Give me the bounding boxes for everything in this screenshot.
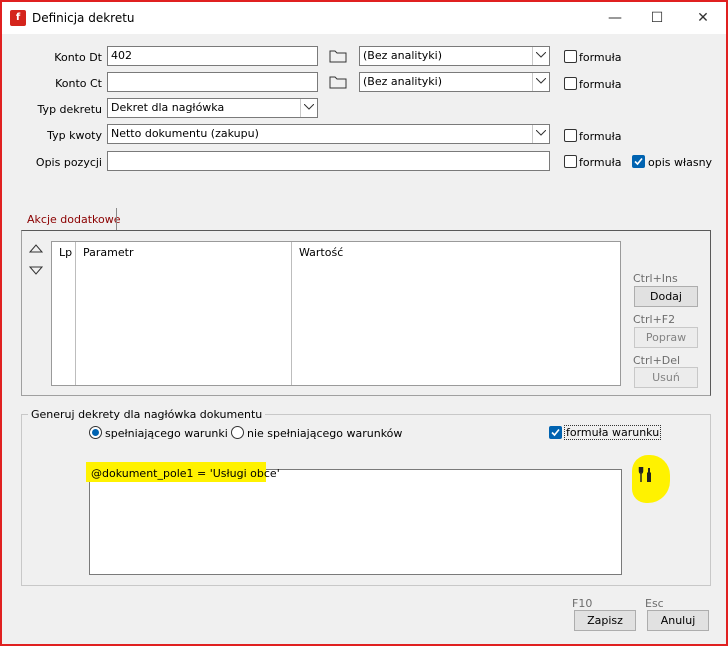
maximize-button[interactable]: ☐	[642, 8, 672, 28]
chevron-down-icon	[536, 52, 546, 58]
cancel-button[interactable]: Anuluj	[647, 610, 709, 631]
parameters-grid[interactable]	[51, 241, 621, 386]
konto-ct-formula-checkbox[interactable]	[564, 77, 577, 90]
folder-icon[interactable]	[329, 75, 347, 89]
condition-text: @dokument_pole1 = 'Usługi obce'	[91, 467, 280, 480]
chevron-down-icon	[536, 130, 546, 136]
popraw-button[interactable]: Popraw	[634, 327, 698, 348]
konto-dt-analytics-value: (Bez analityki)	[363, 49, 442, 62]
radio-meet-condition-label: spełniającego warunki	[105, 427, 228, 440]
move-down-icon[interactable]	[29, 266, 43, 275]
konto-ct-formula-label: formuła	[579, 78, 622, 91]
konto-dt-formula-checkbox[interactable]	[564, 50, 577, 63]
minimize-button[interactable]: —	[600, 8, 630, 28]
radio-not-meet-condition-label: nie spełniającego warunków	[247, 427, 403, 440]
typ-kwoty-select[interactable]: Netto dokumentu (zakupu)	[107, 124, 550, 144]
usun-shortcut: Ctrl+Del	[633, 354, 681, 367]
konto-ct-label: Konto Ct	[55, 77, 102, 90]
radio-not-meet-condition[interactable]	[231, 426, 244, 439]
generate-groupbox-title: Generuj dekrety dla nagłówka dokumentu	[28, 408, 266, 421]
typ-kwoty-formula-checkbox[interactable]	[564, 129, 577, 142]
konto-ct-analytics-value: (Bez analityki)	[363, 75, 442, 88]
close-button[interactable]: ✕	[688, 8, 718, 28]
grid-header-wartosc[interactable]: Wartość	[299, 246, 343, 259]
konto-dt-formula-label: formuła	[579, 51, 622, 64]
cancel-shortcut: Esc	[645, 597, 664, 610]
window-title: Definicja dekretu	[32, 11, 135, 25]
radio-meet-condition[interactable]	[89, 426, 102, 439]
usun-button[interactable]: Usuń	[634, 367, 698, 388]
check-icon	[551, 428, 560, 437]
opis-pozycji-input[interactable]	[107, 151, 550, 171]
typ-kwoty-label: Typ kwoty	[47, 129, 102, 142]
konto-ct-analytics-select[interactable]: (Bez analityki)	[359, 72, 550, 92]
dodaj-shortcut: Ctrl+Ins	[633, 272, 678, 285]
formula-condition-checkbox[interactable]	[549, 426, 562, 439]
popraw-shortcut: Ctrl+F2	[633, 313, 676, 326]
wrench-screwdriver-icon[interactable]	[638, 466, 654, 484]
formula-condition-label: formuła warunku	[564, 425, 662, 440]
check-icon	[634, 157, 643, 166]
grid-col-divider	[75, 242, 76, 385]
opis-pozycji-formula-label: formuła	[579, 156, 622, 169]
konto-dt-input[interactable]: 402	[107, 46, 318, 66]
opis-wlasny-checkbox[interactable]	[632, 155, 645, 168]
typ-dekretu-select[interactable]: Dekret dla nagłówka	[107, 98, 318, 118]
folder-icon[interactable]	[329, 49, 347, 63]
grid-header-parametr[interactable]: Parametr	[83, 246, 133, 259]
dodaj-button[interactable]: Dodaj	[634, 286, 698, 307]
opis-wlasny-label: opis własny	[648, 156, 713, 169]
move-up-icon[interactable]	[29, 244, 43, 253]
opis-pozycji-formula-checkbox[interactable]	[564, 155, 577, 168]
typ-dekretu-label: Typ dekretu	[37, 103, 102, 116]
grid-header-lp[interactable]: Lp	[59, 246, 72, 259]
app-icon: f	[10, 10, 26, 26]
dialog-content: Konto Dt 402 (Bez analityki) formuła Kon…	[2, 34, 726, 644]
typ-dekretu-value: Dekret dla nagłówka	[111, 101, 225, 114]
save-shortcut: F10	[572, 597, 593, 610]
save-button[interactable]: Zapisz	[574, 610, 636, 631]
tab-akcje-dodatkowe[interactable]: Akcje dodatkowe	[27, 213, 120, 226]
opis-pozycji-label: Opis pozycji	[35, 156, 102, 169]
typ-kwoty-value: Netto dokumentu (zakupu)	[111, 127, 259, 140]
konto-dt-analytics-select[interactable]: (Bez analityki)	[359, 46, 550, 66]
condition-textarea[interactable]	[89, 469, 622, 575]
title-bar: f Definicja dekretu — ☐ ✕	[2, 2, 726, 34]
konto-dt-label: Konto Dt	[54, 51, 102, 64]
tab-separator	[116, 208, 117, 230]
konto-ct-input[interactable]	[107, 72, 318, 92]
chevron-down-icon	[304, 104, 314, 110]
grid-col-divider	[291, 242, 292, 385]
typ-kwoty-formula-label: formuła	[579, 130, 622, 143]
chevron-down-icon	[536, 78, 546, 84]
